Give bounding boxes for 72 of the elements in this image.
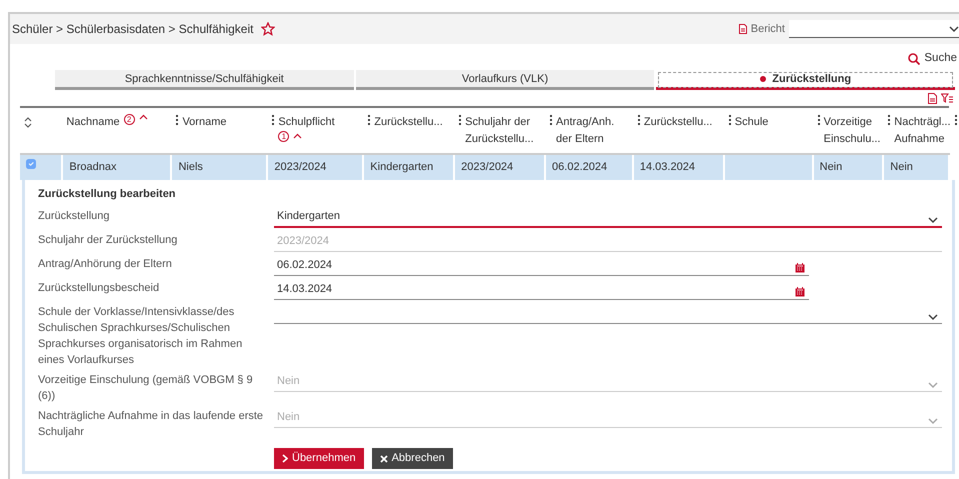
chevron-down-icon xyxy=(928,216,938,224)
select-field[interactable]: Kindergarten xyxy=(274,208,942,228)
tab[interactable]: Sprachkenntnisse/Schulfähigkeit xyxy=(55,70,354,90)
calendar-icon[interactable] xyxy=(795,263,805,274)
table-cell: 06.02.2024 xyxy=(545,154,633,180)
chevron-down-icon xyxy=(949,24,959,32)
tab[interactable]: Vorlaufkurs (VLK) xyxy=(356,70,654,90)
column-header[interactable]: Vorzeitige Einschulu... xyxy=(824,114,880,148)
column-menu-icon[interactable] xyxy=(954,114,958,126)
column-menu-icon[interactable] xyxy=(367,114,372,126)
document-icon xyxy=(738,24,747,34)
field-label: Schuljahr der Zurückstellung xyxy=(38,233,178,248)
column-header[interactable]: Schule xyxy=(734,114,809,131)
table-cell: Kindergarten xyxy=(363,154,454,180)
search-icon xyxy=(908,52,920,65)
column-header[interactable]: Zurückstellu... xyxy=(644,114,720,131)
report-label: Bericht xyxy=(750,22,785,37)
date-field[interactable]: 14.03.2024 xyxy=(274,280,809,300)
field-label: Zurückstellungsbescheid xyxy=(38,281,160,296)
column-header[interactable]: Nachname xyxy=(66,114,120,131)
sort-ascending-icon xyxy=(293,133,302,140)
dot-icon xyxy=(760,76,766,82)
column-header[interactable]: Antrag/Anh. der Eltern xyxy=(556,114,629,148)
column-menu-icon[interactable] xyxy=(887,114,892,126)
field-label: Vorzeitige Einschulung (gemäß VOBGM § 9 (6)) xyxy=(38,373,254,404)
tab[interactable]: Zurückstellung xyxy=(656,70,956,90)
table-cell: Nein xyxy=(883,154,949,180)
field-label: Zurückstellung xyxy=(38,209,111,224)
select-field: Nein xyxy=(274,372,942,392)
table-cell: 14.03.2024 xyxy=(632,154,724,180)
field-label: Schule der Vorklasse/Intensivklasse/des Schulischen Sprachkurses/Schulischen Sprachkurses organisatorisch im Rahmen eines Vorlaufkurses xyxy=(38,305,244,368)
column-menu-icon[interactable] xyxy=(458,114,462,126)
table-cell: Niels xyxy=(171,154,268,180)
report-select[interactable] xyxy=(789,20,959,38)
table-cell: 2023/2024 xyxy=(267,154,364,180)
breadcrumb: Schüler > Schülerbasisdaten > Schulfähigkeit xyxy=(12,21,254,38)
column-menu-icon[interactable] xyxy=(636,114,641,126)
table-cell: Broadnax xyxy=(62,154,172,180)
column-menu-icon[interactable] xyxy=(816,114,821,126)
close-icon xyxy=(380,454,388,462)
chevron-down-icon xyxy=(928,381,938,390)
select-field: Nein xyxy=(274,408,942,428)
chevron-down-icon xyxy=(928,313,938,322)
column-menu-icon[interactable] xyxy=(271,114,276,126)
table-cell: Nein xyxy=(812,154,884,180)
chevron-down-icon xyxy=(928,417,938,426)
sort-rank: 1 xyxy=(278,130,290,142)
column-header[interactable]: Vorname xyxy=(182,114,264,131)
column-menu-icon[interactable] xyxy=(549,114,554,126)
column-menu-icon[interactable] xyxy=(175,114,180,126)
star-icon[interactable] xyxy=(261,22,276,36)
calendar-icon[interactable] xyxy=(795,287,805,298)
cancel-button[interactable]: Abbrechen xyxy=(372,448,453,469)
column-header[interactable]: Zurückstellu... xyxy=(374,114,450,131)
table-cell: 2023/2024 xyxy=(454,154,546,180)
filter-icon[interactable] xyxy=(941,93,953,104)
sort-icon[interactable] xyxy=(24,116,32,128)
sort-rank: 2 xyxy=(124,114,135,126)
input-field: 2023/2024 xyxy=(274,232,942,252)
document-icon[interactable] xyxy=(928,93,937,104)
chevron-right-icon xyxy=(282,454,288,463)
column-header[interactable]: Nachträgl... Aufnahme xyxy=(894,114,951,148)
sort-ascending-icon xyxy=(138,114,148,120)
field-label: Nachträgliche Aufnahme in das laufende erste Schuljahr xyxy=(38,409,264,440)
field-label: Antrag/Anhörung der Eltern xyxy=(38,257,173,272)
column-header[interactable]: Schuljahr der Zurückstellu... xyxy=(465,114,542,148)
date-field[interactable]: 06.02.2024 xyxy=(274,256,809,276)
column-header[interactable]: Schulpflicht xyxy=(278,116,335,128)
column-menu-icon[interactable] xyxy=(728,114,732,126)
search-link[interactable]: Suche xyxy=(908,50,957,68)
form-title: Zurückstellung bearbeiten xyxy=(38,186,177,202)
apply-button[interactable]: Übernehmen xyxy=(274,448,364,469)
